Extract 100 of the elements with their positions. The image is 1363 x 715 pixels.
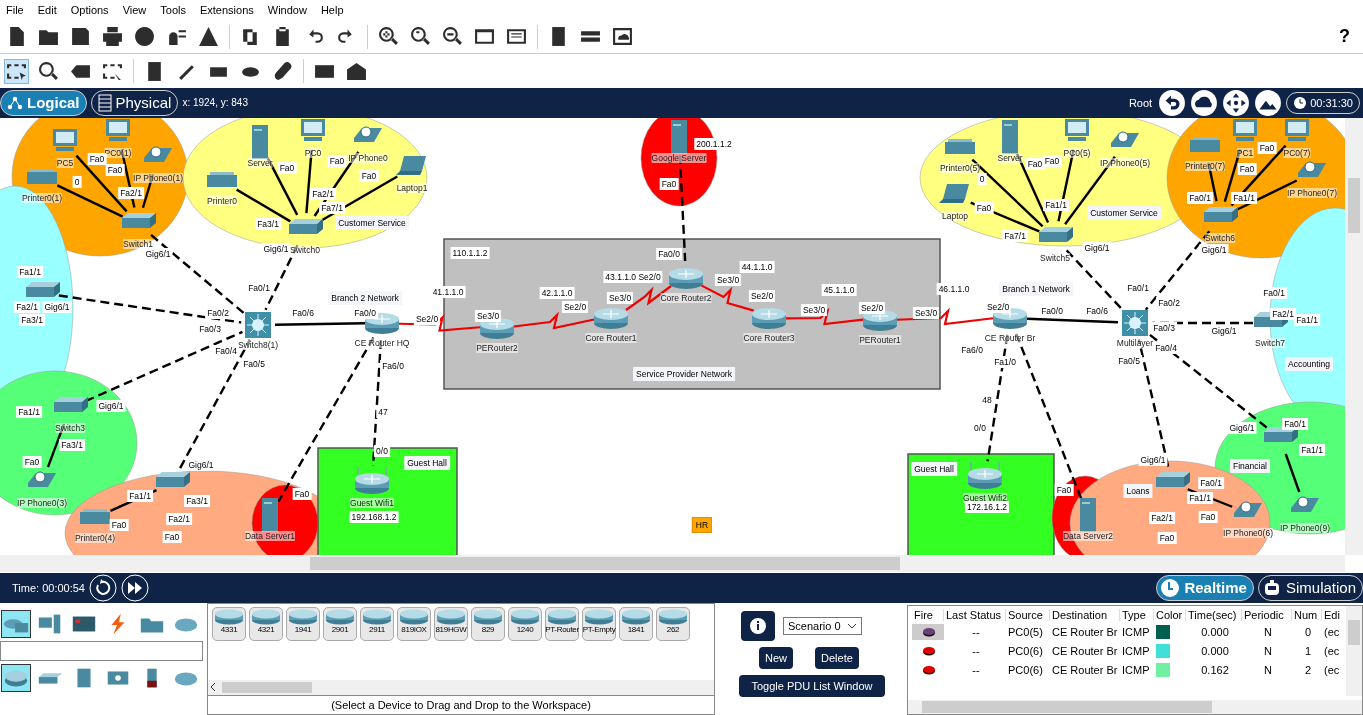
column-header[interactable]: Source bbox=[1006, 609, 1050, 621]
printer-icon[interactable] bbox=[207, 172, 237, 187]
view-tab[interactable]: Logical bbox=[0, 90, 87, 116]
menu-item[interactable]: Extensions bbox=[193, 3, 262, 16]
menu-item[interactable]: Edit bbox=[31, 3, 65, 16]
vertical-scrollbar[interactable] bbox=[1346, 606, 1362, 696]
ip-phone-icon[interactable] bbox=[28, 471, 56, 487]
serial-cable[interactable] bbox=[513, 311, 595, 330]
fast-forward-icon[interactable] bbox=[120, 574, 149, 602]
menu-item[interactable]: Help bbox=[314, 3, 352, 16]
router-icon bbox=[213, 609, 245, 625]
menu-item[interactable]: Window bbox=[261, 3, 315, 16]
column-header[interactable]: Last Status bbox=[944, 609, 1006, 621]
port-label: Gig6/1 bbox=[1138, 454, 1168, 466]
horizontal-scrollbar[interactable] bbox=[208, 680, 714, 695]
ip-phone-icon[interactable] bbox=[1291, 496, 1319, 512]
ip-phone-icon[interactable] bbox=[1298, 161, 1326, 177]
menu-item[interactable]: File bbox=[0, 3, 32, 16]
device-model-button[interactable]: 819IOX bbox=[397, 607, 431, 641]
device-model-button[interactable]: 4331 bbox=[212, 607, 246, 641]
ethernet-cable[interactable] bbox=[1284, 453, 1301, 493]
switch-icon[interactable] bbox=[289, 219, 323, 234]
fire-button-icon[interactable] bbox=[922, 665, 936, 675]
ip-phone-icon[interactable] bbox=[1234, 501, 1262, 517]
multilayer-switch-icon[interactable] bbox=[245, 312, 271, 338]
switch-icon[interactable] bbox=[1156, 472, 1190, 487]
device-model-button[interactable]: 2901 bbox=[323, 607, 357, 641]
column-header[interactable]: Periodic bbox=[1242, 609, 1292, 621]
triangle-icon[interactable] bbox=[197, 25, 220, 49]
network-devices-icon[interactable] bbox=[2, 611, 30, 637]
device-model-button[interactable]: 4321 bbox=[249, 607, 283, 641]
router-icon bbox=[435, 609, 467, 625]
scenario-button[interactable]: New bbox=[759, 647, 793, 669]
toggle-pdu-button[interactable]: Toggle PDU List Window bbox=[739, 675, 885, 697]
device-search-field[interactable] bbox=[0, 641, 203, 661]
device-model-button[interactable]: 1941 bbox=[286, 607, 320, 641]
wireless-router-icon[interactable] bbox=[968, 461, 1002, 489]
help-icon[interactable]: ? bbox=[1339, 26, 1358, 48]
scenario-dropdown[interactable]: Scenario 0 bbox=[783, 617, 862, 635]
device-name: Switch0 bbox=[290, 245, 320, 255]
switch-icon[interactable] bbox=[122, 213, 156, 228]
port-label: Fa6/0 bbox=[380, 360, 406, 372]
vertical-scrollbar[interactable] bbox=[1345, 118, 1363, 555]
search-icon[interactable] bbox=[37, 59, 60, 83]
device-name: PC0 bbox=[304, 148, 322, 158]
menu-item[interactable]: Options bbox=[64, 3, 117, 16]
column-header[interactable]: Fire bbox=[912, 609, 944, 621]
switch-icon[interactable] bbox=[1039, 227, 1073, 242]
scroll-left-icon[interactable] bbox=[208, 682, 218, 693]
table-cell-text: (ec bbox=[1323, 625, 1341, 640]
wireless-router-icon[interactable] bbox=[355, 466, 389, 494]
ethernet-cable[interactable] bbox=[1026, 317, 1119, 324]
ethernet-cable[interactable] bbox=[274, 322, 366, 326]
device-name: Server bbox=[247, 158, 273, 168]
column-header[interactable]: Time(sec) bbox=[1186, 609, 1242, 621]
column-header[interactable]: Num bbox=[1292, 609, 1322, 621]
device-hint: (Select a Device to Drag and Drop to the Workspace) bbox=[208, 695, 714, 714]
switch-icon[interactable] bbox=[26, 282, 60, 297]
column-header[interactable]: Type bbox=[1120, 609, 1154, 621]
ip-phone-icon[interactable] bbox=[144, 146, 172, 162]
switch-icon[interactable] bbox=[54, 397, 88, 412]
info-button[interactable] bbox=[741, 611, 775, 641]
multilayer-switch-icon[interactable] bbox=[1122, 310, 1148, 336]
device-model-button[interactable]: 262 bbox=[656, 607, 690, 641]
device-model-button[interactable]: 1240 bbox=[508, 607, 542, 641]
laptop-icon[interactable] bbox=[396, 156, 426, 175]
print-icon[interactable] bbox=[101, 25, 124, 49]
ip-phone-icon[interactable] bbox=[1111, 131, 1139, 147]
ip-phone-icon[interactable] bbox=[354, 126, 382, 142]
router-icon[interactable] bbox=[594, 308, 628, 329]
laptop-icon[interactable] bbox=[939, 184, 969, 203]
device-model-button[interactable]: PT-Empty bbox=[582, 607, 616, 641]
fire-button-icon[interactable] bbox=[922, 646, 936, 656]
device-model-button[interactable]: PT-Router bbox=[545, 607, 579, 641]
menu-item[interactable]: View bbox=[116, 3, 155, 16]
device-model-button[interactable]: 1841 bbox=[619, 607, 653, 641]
router-icon[interactable] bbox=[2, 665, 30, 691]
move-icon[interactable] bbox=[1222, 89, 1251, 117]
fire-button-icon[interactable] bbox=[922, 627, 936, 637]
device-model-button[interactable]: 819HGW bbox=[434, 607, 468, 641]
router-icon[interactable] bbox=[752, 308, 786, 329]
router-icon[interactable] bbox=[669, 268, 703, 289]
switch-icon[interactable] bbox=[156, 472, 190, 487]
select-icon[interactable] bbox=[5, 59, 28, 83]
landscape-icon[interactable] bbox=[1254, 89, 1283, 117]
column-header[interactable]: Destination bbox=[1050, 609, 1120, 621]
router-icon[interactable] bbox=[993, 308, 1027, 329]
device-model-button[interactable]: 829 bbox=[471, 607, 505, 641]
fire-cell[interactable] bbox=[912, 624, 944, 640]
menu-item[interactable]: Tools bbox=[154, 3, 194, 16]
device-name: Server bbox=[997, 153, 1023, 163]
switch-icon[interactable] bbox=[1204, 207, 1238, 222]
device-model-button[interactable]: 2911 bbox=[360, 607, 394, 641]
mode-tab[interactable]: Realtime bbox=[1156, 575, 1254, 601]
scenario-button[interactable]: Delete bbox=[815, 647, 859, 669]
switch-icon[interactable] bbox=[1264, 427, 1298, 442]
horizontal-scrollbar[interactable] bbox=[908, 700, 1362, 714]
printer-icon[interactable] bbox=[945, 139, 975, 154]
column-header[interactable]: Color bbox=[1154, 609, 1186, 621]
reset-icon[interactable] bbox=[88, 574, 117, 602]
